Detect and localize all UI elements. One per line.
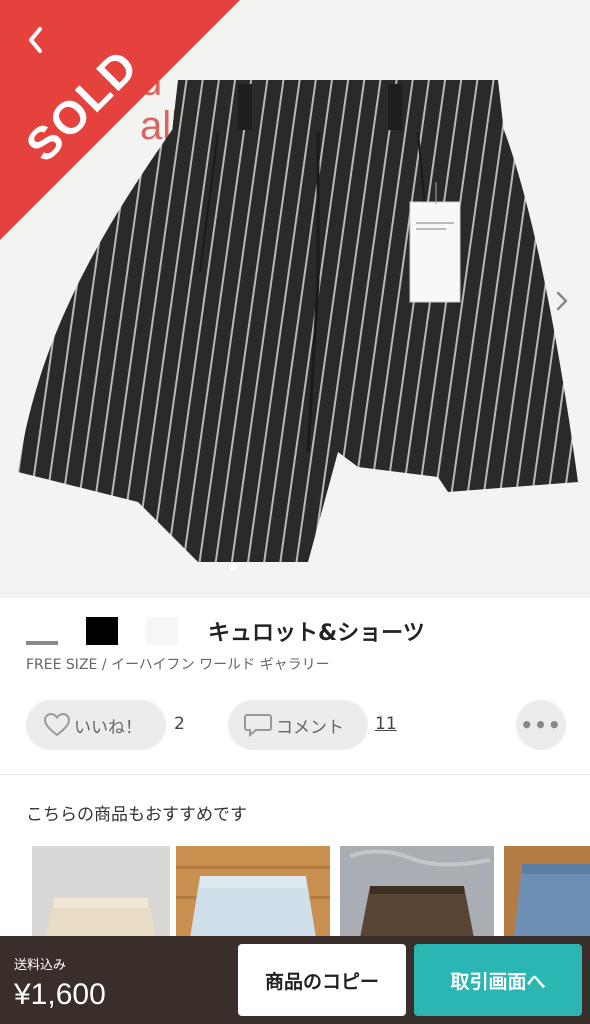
recommendations-carousel[interactable] (12, 846, 590, 938)
recommended-item-photo (176, 846, 330, 938)
product-image-carousel[interactable]: d allery SOLD (0, 0, 590, 598)
recommended-item[interactable] (32, 846, 170, 938)
heart-icon (44, 713, 70, 737)
next-image-button[interactable] (548, 286, 576, 316)
comment-button[interactable]: コメント (228, 700, 368, 750)
recommendations-heading: こちらの商品もおすすめです (26, 805, 247, 825)
like-label: いいね！ (74, 717, 142, 738)
back-button[interactable] (16, 20, 56, 60)
section-divider (0, 774, 590, 775)
comment-count-link[interactable]: 11 (375, 714, 397, 734)
speech-bubble-icon (244, 714, 272, 737)
more-options-button[interactable]: ••• (516, 700, 566, 750)
recommended-item-photo (504, 846, 590, 938)
shipping-included-label: 送料込み (14, 958, 67, 973)
copy-listing-button[interactable]: 商品のコピー (238, 944, 406, 1016)
product-subtitle: FREE SIZE / イーハイフン ワールド ギャラリー (26, 657, 330, 673)
color-swatch-gray (26, 617, 58, 645)
like-button[interactable]: いいね！ (26, 700, 166, 750)
comment-label: コメント (276, 717, 344, 738)
go-to-transaction-button[interactable]: 取引画面へ (414, 944, 582, 1016)
more-horizontal-icon: ••• (520, 713, 562, 737)
purchase-bar: 送料込み ¥1,600 商品のコピー 取引画面へ (0, 936, 590, 1024)
recommended-item[interactable] (504, 846, 590, 938)
recommended-item[interactable] (176, 846, 330, 938)
color-swatch-white (146, 617, 178, 645)
recommended-item-photo (340, 846, 494, 938)
color-swatch-black (86, 617, 118, 645)
chevron-right-icon (556, 291, 568, 311)
price: ¥1,600 (14, 978, 106, 1011)
recommended-item[interactable] (340, 846, 494, 938)
product-title-row: キュロット&ショーツ (26, 614, 425, 648)
carousel-indicator-dot (228, 562, 238, 572)
product-title: キュロット&ショーツ (208, 621, 425, 646)
like-count: 2 (174, 714, 185, 734)
chevron-left-icon (29, 27, 42, 53)
recommended-item-photo (32, 846, 170, 938)
